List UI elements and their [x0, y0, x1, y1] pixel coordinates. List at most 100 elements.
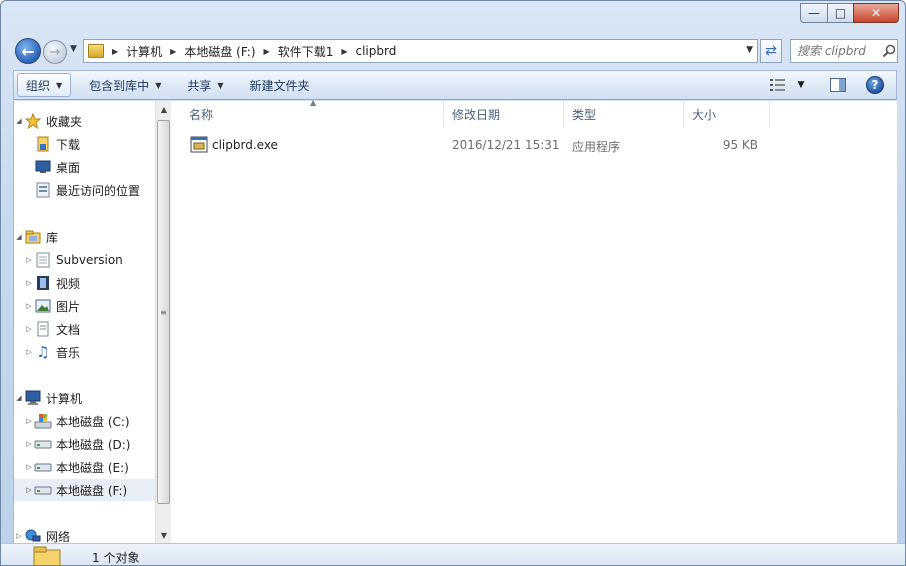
new-folder-label: 新建文件夹 — [249, 78, 310, 93]
nav-item-label: 图片 — [56, 299, 81, 314]
nav-item-label: 音乐 — [56, 345, 81, 360]
file-type: 应用程序 — [572, 140, 621, 154]
nav-item-pictures[interactable]: ▷ 图片 — [14, 295, 155, 317]
nav-network-label: 网络 — [46, 529, 71, 544]
column-header-name[interactable]: 名称 ▲ — [172, 98, 444, 128]
details-view-icon — [770, 79, 785, 91]
collapse-arrow-icon[interactable]: ▷ — [24, 463, 34, 471]
collapse-arrow-icon[interactable]: ▷ — [24, 440, 34, 448]
minimize-button[interactable]: — — [800, 3, 827, 23]
system-drive-icon — [34, 413, 52, 429]
address-dropdown-icon[interactable]: ▼ — [746, 45, 753, 55]
collapse-arrow-icon[interactable]: ▷ — [24, 348, 34, 356]
folder-icon — [88, 44, 104, 58]
search-box[interactable] — [790, 39, 898, 63]
nav-item-music[interactable]: ▷ ♫ 音乐 — [14, 341, 155, 363]
view-controls: ▼ ? — [764, 71, 896, 99]
nav-item-drive-d[interactable]: ▷ 本地磁盘 (D:) — [14, 433, 155, 455]
search-input[interactable] — [797, 44, 881, 58]
collapse-arrow-icon[interactable]: ▷ — [24, 417, 34, 425]
nav-item-label: 桌面 — [56, 160, 81, 175]
nav-item-videos[interactable]: ▷ 视频 — [14, 272, 155, 294]
new-folder-button[interactable]: 新建文件夹 — [242, 73, 318, 97]
back-button[interactable]: ← — [15, 38, 41, 64]
nav-item-label: 本地磁盘 (C:) — [56, 414, 130, 429]
column-modified-label: 修改日期 — [452, 108, 501, 122]
status-bar: 1 个对象 — [1, 543, 905, 565]
nav-favorites[interactable]: ◢ 收藏夹 — [14, 110, 155, 132]
nav-network[interactable]: ▷ 网络 — [14, 525, 155, 543]
nav-item-label: Subversion — [56, 253, 123, 267]
nav-computer[interactable]: ◢ 计算机 — [14, 387, 155, 409]
collapse-arrow-icon[interactable]: ▷ — [14, 532, 24, 540]
chevron-right-icon[interactable]: ▶ — [170, 47, 176, 56]
document-library-icon — [34, 252, 52, 268]
expand-arrow-icon[interactable]: ◢ — [14, 117, 24, 125]
breadcrumb-drive-f[interactable]: 本地磁盘 (F:) — [184, 43, 255, 60]
nav-item-documents[interactable]: ▷ 文档 — [14, 318, 155, 340]
network-icon — [24, 528, 42, 543]
refresh-button[interactable]: ⇄ — [760, 39, 782, 63]
drive-icon — [34, 436, 52, 452]
nav-item-label: 本地磁盘 (E:) — [56, 460, 129, 475]
collapse-arrow-icon[interactable]: ▷ — [24, 279, 34, 287]
nav-computer-label: 计算机 — [46, 391, 83, 406]
music-icon: ♫ — [36, 343, 50, 361]
view-options-dropdown[interactable]: ▼ — [792, 80, 810, 90]
collapse-arrow-icon[interactable]: ▷ — [24, 486, 34, 494]
nav-item-subversion[interactable]: ▷ Subversion — [14, 249, 155, 271]
nav-item-desktop[interactable]: 桌面 — [14, 156, 155, 178]
nav-item-label: 最近访问的位置 — [56, 183, 141, 198]
recent-pages-dropdown[interactable]: ▼ — [70, 44, 77, 54]
scroll-up-arrow-icon[interactable]: ▲ — [156, 101, 172, 117]
change-view-button[interactable] — [764, 79, 792, 91]
chevron-right-icon[interactable]: ▶ — [264, 47, 270, 56]
forward-button[interactable]: → — [43, 40, 67, 64]
file-row[interactable]: clipbrd.exe 2016/12/21 15:31 应用程序 95 KB — [172, 134, 772, 156]
organize-button[interactable]: 组织 ▼ — [17, 73, 72, 97]
nav-libraries[interactable]: ◢ 库 — [14, 226, 155, 248]
recent-places-icon — [34, 182, 52, 198]
nav-item-downloads[interactable]: 下载 — [14, 133, 155, 155]
nav-item-drive-c[interactable]: ▷ 本地磁盘 (C:) — [14, 410, 155, 432]
column-header-modified[interactable]: 修改日期 — [444, 101, 564, 128]
search-icon[interactable] — [881, 43, 897, 59]
video-icon — [34, 275, 52, 291]
breadcrumb-computer[interactable]: 计算机 — [126, 43, 162, 60]
column-header-size[interactable]: 大小 — [684, 101, 770, 128]
expand-arrow-icon[interactable]: ◢ — [14, 233, 24, 241]
column-size-label: 大小 — [692, 108, 717, 122]
navigation-pane: ◢ 收藏夹 下载 桌面 最近访问的位置 ◢ 库 ▷ Subversion ▷ 视… — [14, 101, 155, 543]
maximize-button[interactable]: □ — [827, 3, 853, 23]
breadcrumb-downloads1[interactable]: 软件下载1 — [278, 43, 334, 60]
nav-item-recent-places[interactable]: 最近访问的位置 — [14, 179, 155, 201]
scroll-down-arrow-icon[interactable]: ▼ — [156, 527, 172, 543]
organize-label: 组织 — [26, 78, 51, 93]
collapse-arrow-icon[interactable]: ▷ — [24, 256, 34, 264]
exe-icon — [190, 136, 208, 156]
nav-item-drive-f[interactable]: ▷ 本地磁盘 (F:) — [14, 479, 155, 501]
navigation-scrollbar[interactable]: ▲ ≡ ▼ — [155, 101, 171, 543]
chevron-right-icon[interactable]: ▶ — [341, 47, 347, 56]
chevron-right-icon[interactable]: ▶ — [112, 47, 118, 56]
file-modified: 2016/12/21 15:31 — [452, 138, 560, 152]
collapse-arrow-icon[interactable]: ▷ — [24, 302, 34, 310]
preview-pane-button[interactable] — [824, 78, 852, 92]
arrow-right-icon: → — [49, 44, 61, 60]
arrow-left-icon: ← — [21, 41, 35, 61]
nav-item-drive-e[interactable]: ▷ 本地磁盘 (E:) — [14, 456, 155, 478]
close-button[interactable]: ✕ — [853, 3, 899, 23]
share-button[interactable]: 共享 ▼ — [179, 73, 231, 97]
help-button[interactable]: ? — [866, 76, 884, 94]
document-icon — [34, 321, 52, 337]
column-header-type[interactable]: 类型 — [564, 101, 684, 128]
address-bar[interactable]: ▶ 计算机 ▶ 本地磁盘 (F:) ▶ 软件下载1 ▶ clipbrd ▼ — [83, 39, 758, 63]
file-list: 名称 ▲ 修改日期 类型 大小 clipbrd.exe 2016/12/21 1… — [172, 98, 897, 543]
breadcrumb-clipbrd[interactable]: clipbrd — [355, 44, 396, 58]
collapse-arrow-icon[interactable]: ▷ — [24, 325, 34, 333]
include-in-library-button[interactable]: 包含到库中 ▼ — [81, 73, 169, 97]
refresh-icon: ⇄ — [765, 43, 777, 59]
scrollbar-thumb[interactable]: ≡ — [157, 120, 170, 504]
expand-arrow-icon[interactable]: ◢ — [14, 394, 24, 402]
sort-ascending-icon: ▲ — [310, 98, 317, 107]
